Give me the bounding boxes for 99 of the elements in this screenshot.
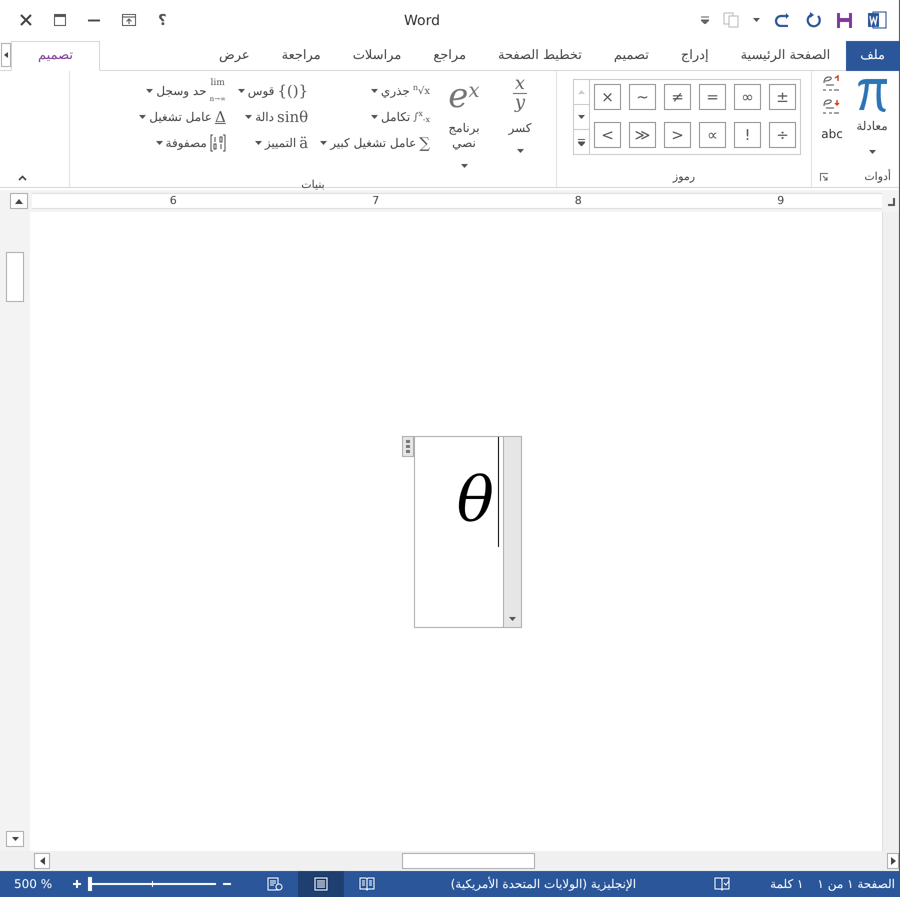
dialog-launcher-icon[interactable]: [820, 173, 828, 181]
math-glyph: ∑: [419, 135, 430, 151]
equation-handle[interactable]: [402, 436, 414, 457]
collapse-ribbon-icon[interactable]: [18, 175, 27, 181]
caret-icon: [156, 141, 163, 145]
symbol-button[interactable]: ÷: [769, 122, 796, 148]
window-title: Word: [404, 12, 440, 31]
zoom-thumb[interactable]: [88, 877, 92, 891]
normal-text-button[interactable]: abc: [821, 125, 843, 143]
group-label: رموز: [672, 168, 696, 185]
scroll-right-button[interactable]: [887, 853, 899, 869]
proofing-icon[interactable]: [714, 877, 730, 891]
close-icon[interactable]: [20, 14, 32, 26]
ribbon-tab[interactable]: تصميم: [11, 41, 100, 71]
book-icon: [359, 877, 376, 891]
ribbon-tab[interactable]: الصفحة الرئيسية: [724, 41, 846, 71]
zoom-slider[interactable]: [88, 877, 216, 891]
ruler-number: 8: [574, 192, 582, 209]
symbol-button[interactable]: <: [664, 122, 691, 148]
repeat-icon[interactable]: [806, 12, 822, 28]
caret-icon: [245, 115, 252, 119]
exponent-icon: e$^{x}$: [448, 75, 480, 117]
up-arrow-icon: [578, 90, 585, 94]
ribbon-tab[interactable]: إدراج: [664, 41, 725, 71]
language-status[interactable]: الإنجليزية (الولايات المتحدة الأمريكية): [450, 875, 636, 893]
page-icon: [314, 877, 328, 891]
tab-scroll-button[interactable]: [1, 43, 11, 67]
word-count[interactable]: ١ كلمة: [770, 875, 804, 893]
symbol-button[interactable]: =: [699, 84, 726, 110]
word-logo-icon[interactable]: [867, 10, 887, 30]
math-glyph: ä: [299, 135, 308, 151]
customize-icon[interactable]: [701, 16, 709, 24]
web-page-icon: [267, 877, 284, 891]
symbol-button[interactable]: ∝: [699, 122, 726, 148]
structure-button[interactable]: مصفوفة: [139, 133, 226, 153]
redo-icon[interactable]: [774, 13, 792, 27]
ruler-number: 6: [170, 192, 177, 209]
up-arrow-icon: [15, 198, 23, 204]
zoom-level[interactable]: 500 %: [14, 875, 52, 893]
scroll-down-button[interactable]: [6, 831, 24, 847]
caret-icon: [370, 89, 378, 93]
group-label: بنيات: [301, 177, 325, 193]
zoom-in-icon[interactable]: [72, 879, 82, 889]
file-tab[interactable]: ملف: [846, 41, 899, 71]
symbol-button[interactable]: ≪: [629, 122, 656, 148]
caret-icon: [254, 141, 262, 145]
ribbon-tab[interactable]: تخطيط الصفحة: [482, 41, 598, 71]
view-button[interactable]: [298, 871, 344, 897]
ribbon-tab[interactable]: مراجعة: [266, 41, 337, 71]
caret-icon: [146, 89, 154, 93]
page-count[interactable]: الصفحة ١ من ١: [817, 875, 895, 893]
caret-icon: [868, 150, 876, 154]
caret-icon: [578, 115, 585, 119]
caret-icon: [371, 115, 378, 119]
caret-icon: [238, 89, 245, 93]
caret-icon: [509, 617, 516, 621]
ribbon-options-icon[interactable]: [122, 14, 136, 26]
caret-icon: [753, 18, 760, 22]
symbol-button[interactable]: ~: [629, 84, 656, 110]
scroll-left-button[interactable]: [34, 853, 50, 869]
caret-icon: [139, 115, 146, 119]
caret-icon: [12, 837, 18, 841]
scroll-up-button[interactable]: [10, 193, 28, 209]
ruler-number: 9: [777, 192, 784, 209]
symbol-button[interactable]: >: [594, 122, 621, 148]
right-arrow-icon: [890, 857, 896, 865]
scroll-thumb[interactable]: [6, 252, 24, 302]
caret-icon: [516, 148, 524, 153]
minimize-icon[interactable]: [88, 18, 100, 22]
ribbon-tab[interactable]: تصميم: [598, 41, 665, 71]
symbol-button[interactable]: ±: [769, 84, 796, 110]
structure-button[interactable]: {()} قوس: [238, 81, 308, 101]
equation-text: θ: [456, 465, 494, 535]
caret-icon: [460, 164, 468, 168]
scroll-thumb[interactable]: [402, 853, 535, 869]
math-glyph: Δ: [214, 109, 226, 125]
equation-box[interactable]: θ: [414, 436, 522, 628]
caret-icon: [320, 141, 328, 145]
ribbon-tab[interactable]: مراجع: [417, 41, 482, 71]
ribbon-tab[interactable]: عرض: [203, 41, 266, 71]
left-arrow-icon: [4, 52, 8, 58]
restore-icon[interactable]: [54, 14, 66, 26]
left-arrow-icon: [40, 857, 44, 865]
ribbon-tab[interactable]: مراسلات: [336, 41, 418, 71]
matrix-icon: [210, 134, 226, 152]
group-label: أدوات: [864, 168, 891, 185]
structure-button[interactable]: ∑ عامل تشغيل كبير: [320, 133, 430, 153]
math-glyph: sinθ: [277, 109, 308, 125]
symbol-button[interactable]: ≠: [664, 84, 691, 110]
help-icon[interactable]: ؟: [158, 8, 167, 32]
more-icon: [578, 138, 585, 146]
math-glyph: {()}: [277, 83, 308, 99]
symbol-button[interactable]: ∞: [734, 84, 761, 110]
math-glyph: $^{n}$√x: [412, 86, 430, 96]
equation-button[interactable]: معادلة: [849, 75, 895, 167]
symbol-button[interactable]: ×: [594, 84, 621, 110]
ruler-number: 7: [372, 192, 380, 209]
symbol-button[interactable]: !: [734, 122, 761, 148]
ruler-corner-icon[interactable]: [886, 196, 896, 206]
